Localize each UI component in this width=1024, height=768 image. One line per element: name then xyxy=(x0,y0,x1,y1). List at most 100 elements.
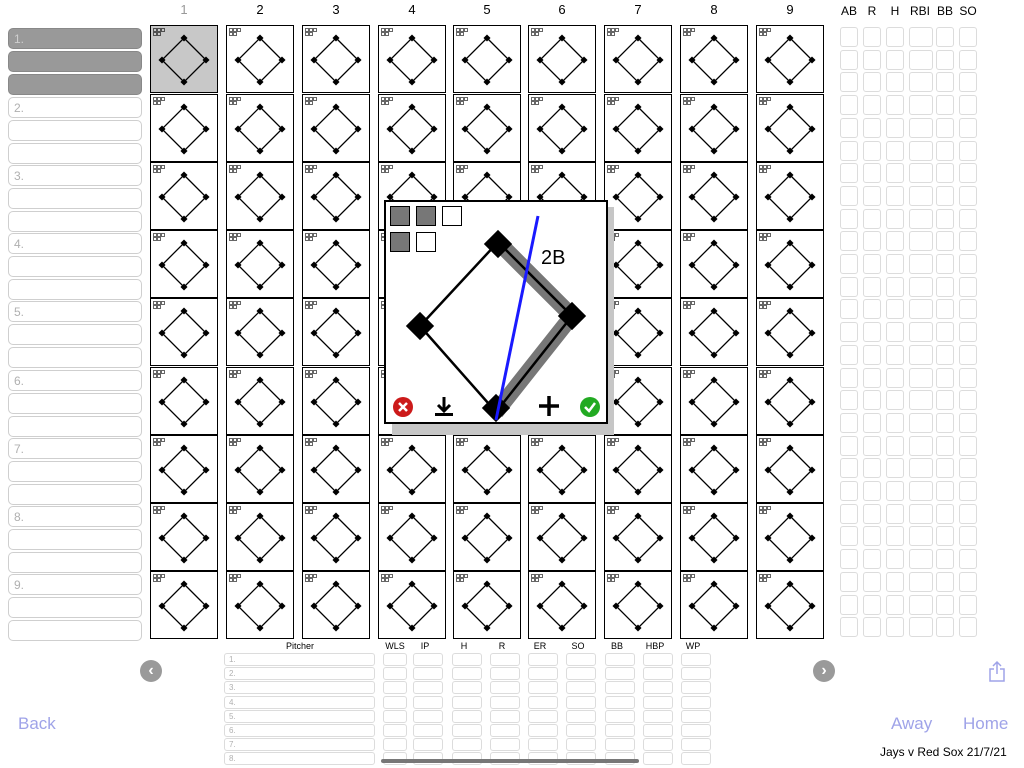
pitcher-stat-cell[interactable] xyxy=(528,681,558,695)
pitcher-name-field-2[interactable]: 2. xyxy=(224,667,375,681)
stat-cell[interactable] xyxy=(886,503,904,524)
score-cell[interactable] xyxy=(756,94,824,162)
stat-cell[interactable] xyxy=(886,594,904,615)
batter-name-field-7[interactable]: 7. xyxy=(8,438,142,459)
stat-cell[interactable] xyxy=(886,526,904,547)
score-cell[interactable] xyxy=(680,94,748,162)
stat-cell[interactable] xyxy=(863,72,881,93)
stat-cell[interactable] xyxy=(909,49,933,70)
batter-sub-field[interactable] xyxy=(8,188,142,209)
pitcher-name-field-5[interactable]: 5. xyxy=(224,709,375,723)
score-cell[interactable] xyxy=(604,367,672,435)
score-cell[interactable] xyxy=(528,25,596,93)
pitcher-stat-cell[interactable] xyxy=(452,709,482,723)
pitcher-stat-cell[interactable] xyxy=(490,724,520,737)
pitcher-name-field-6[interactable]: 6. xyxy=(224,724,375,737)
score-cell[interactable] xyxy=(302,298,370,366)
stat-cell[interactable] xyxy=(959,412,977,433)
score-cell[interactable] xyxy=(378,503,446,571)
pitcher-stat-cell[interactable] xyxy=(681,653,711,666)
stat-cell[interactable] xyxy=(840,185,858,206)
stat-cell[interactable] xyxy=(936,594,954,615)
stat-cell[interactable] xyxy=(840,27,858,47)
pitcher-stat-cell[interactable] xyxy=(413,738,443,752)
pitcher-stat-cell[interactable] xyxy=(528,695,558,709)
pitcher-stat-cell[interactable] xyxy=(643,709,673,723)
score-cell[interactable] xyxy=(226,503,294,571)
batter-name-field-4[interactable]: 4. xyxy=(8,233,142,254)
stat-cell[interactable] xyxy=(909,299,933,320)
stat-cell[interactable] xyxy=(936,481,954,501)
stat-cell[interactable] xyxy=(863,163,881,184)
popup-diamond[interactable] xyxy=(386,202,606,422)
stat-cell[interactable] xyxy=(959,49,977,70)
score-cell[interactable] xyxy=(150,230,218,298)
score-cell[interactable] xyxy=(756,162,824,230)
batter-name-field-1[interactable]: 1. xyxy=(8,28,142,49)
stat-cell[interactable] xyxy=(886,117,904,138)
score-cell[interactable] xyxy=(528,571,596,639)
stat-cell[interactable] xyxy=(840,49,858,70)
pitcher-stat-cell[interactable] xyxy=(383,681,407,695)
pitcher-stat-cell[interactable] xyxy=(605,681,635,695)
stat-cell[interactable] xyxy=(840,231,858,252)
add-button[interactable] xyxy=(538,395,560,422)
stat-cell[interactable] xyxy=(840,412,858,433)
pitcher-stat-cell[interactable] xyxy=(566,653,596,666)
stat-cell[interactable] xyxy=(936,549,954,570)
pitcher-stat-cell[interactable] xyxy=(566,738,596,752)
pitcher-stat-cell[interactable] xyxy=(643,724,673,737)
score-cell[interactable] xyxy=(680,162,748,230)
stat-cell[interactable] xyxy=(886,49,904,70)
stat-cell[interactable] xyxy=(840,140,858,161)
pitcher-stat-cell[interactable] xyxy=(452,724,482,737)
stat-cell[interactable] xyxy=(840,503,858,524)
pitcher-stat-cell[interactable] xyxy=(413,667,443,681)
stat-cell[interactable] xyxy=(959,140,977,161)
batter-sub-field[interactable] xyxy=(8,74,142,95)
batter-sub-field[interactable] xyxy=(8,51,142,72)
pitcher-stat-cell[interactable] xyxy=(490,709,520,723)
score-cell[interactable] xyxy=(150,25,218,93)
score-cell[interactable] xyxy=(226,571,294,639)
stat-cell[interactable] xyxy=(909,95,933,116)
stat-cell[interactable] xyxy=(909,594,933,615)
stat-cell[interactable] xyxy=(863,549,881,570)
stat-cell[interactable] xyxy=(909,276,933,297)
stat-cell[interactable] xyxy=(886,72,904,93)
score-cell[interactable] xyxy=(604,230,672,298)
pitcher-stat-cell[interactable] xyxy=(605,667,635,681)
stat-cell[interactable] xyxy=(959,27,977,47)
pitcher-name-field-8[interactable]: 8. xyxy=(224,752,375,766)
away-button[interactable]: Away xyxy=(891,714,932,734)
stat-cell[interactable] xyxy=(959,549,977,570)
batter-sub-field[interactable] xyxy=(8,120,142,141)
pitcher-stat-cell[interactable] xyxy=(413,709,443,723)
stat-cell[interactable] xyxy=(863,208,881,229)
score-cell[interactable] xyxy=(528,503,596,571)
download-button[interactable] xyxy=(433,395,455,422)
stat-cell[interactable] xyxy=(863,185,881,206)
stat-cell[interactable] xyxy=(959,344,977,365)
stat-cell[interactable] xyxy=(959,299,977,320)
stat-cell[interactable] xyxy=(936,140,954,161)
pitcher-stat-cell[interactable] xyxy=(566,695,596,709)
stat-cell[interactable] xyxy=(936,571,954,592)
pitcher-stat-cell[interactable] xyxy=(643,752,673,766)
pitcher-stat-cell[interactable] xyxy=(452,667,482,681)
score-cell[interactable] xyxy=(756,503,824,571)
stat-cell[interactable] xyxy=(863,367,881,388)
score-cell[interactable] xyxy=(378,94,446,162)
score-cell[interactable] xyxy=(680,503,748,571)
stat-cell[interactable] xyxy=(959,185,977,206)
score-cell[interactable] xyxy=(150,571,218,639)
pitcher-stat-cell[interactable] xyxy=(383,738,407,752)
score-cell[interactable] xyxy=(378,435,446,503)
stat-cell[interactable] xyxy=(840,322,858,343)
stat-cell[interactable] xyxy=(909,549,933,570)
stat-cell[interactable] xyxy=(840,95,858,116)
stat-cell[interactable] xyxy=(886,549,904,570)
stat-cell[interactable] xyxy=(959,571,977,592)
stat-cell[interactable] xyxy=(863,526,881,547)
score-cell[interactable] xyxy=(150,503,218,571)
